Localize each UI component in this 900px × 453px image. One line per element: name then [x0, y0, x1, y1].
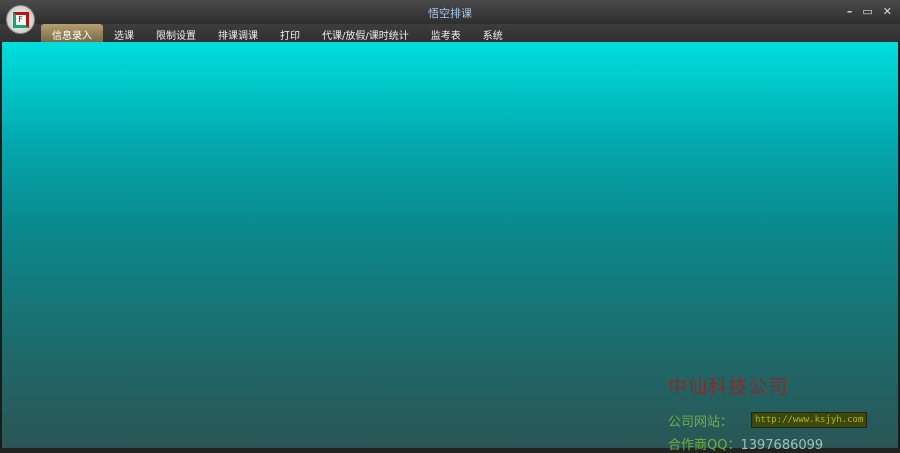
window-title: 悟空排课: [428, 7, 472, 20]
site-label: 公司网站：: [668, 415, 734, 430]
site-link[interactable]: http://www.ksjyh.com: [751, 412, 868, 428]
tab-scheduling[interactable]: 排课调课: [207, 24, 269, 42]
title-bar: 悟空排课 – ▭ ✕: [0, 0, 900, 24]
tab-print[interactable]: 打印: [269, 24, 311, 42]
tab-course-selection[interactable]: 选课: [103, 24, 145, 42]
qq-line: 合作商QQ：1397686099: [668, 434, 823, 453]
close-button[interactable]: ✕: [883, 5, 892, 18]
tab-constraints[interactable]: 限制设置: [145, 24, 207, 42]
menu-tabs: 信息录入 选课 限制设置 排课调课 打印 代课/放假/课时统计 监考表 系统: [41, 24, 514, 42]
company-name: 中仙科技公司: [668, 376, 789, 398]
tab-substitute-stats[interactable]: 代课/放假/课时统计: [311, 24, 420, 42]
tab-info-entry[interactable]: 信息录入: [41, 24, 103, 42]
app-logo-button[interactable]: F: [6, 5, 35, 34]
maximize-button[interactable]: ▭: [862, 5, 872, 18]
minimize-button[interactable]: –: [847, 5, 853, 18]
qq-number: 1397686099: [740, 438, 824, 453]
tab-system[interactable]: 系统: [472, 24, 514, 42]
tab-invigilation[interactable]: 监考表: [420, 24, 472, 42]
qq-label: 合作商QQ：: [668, 438, 741, 453]
app-logo-icon: F: [12, 11, 29, 28]
